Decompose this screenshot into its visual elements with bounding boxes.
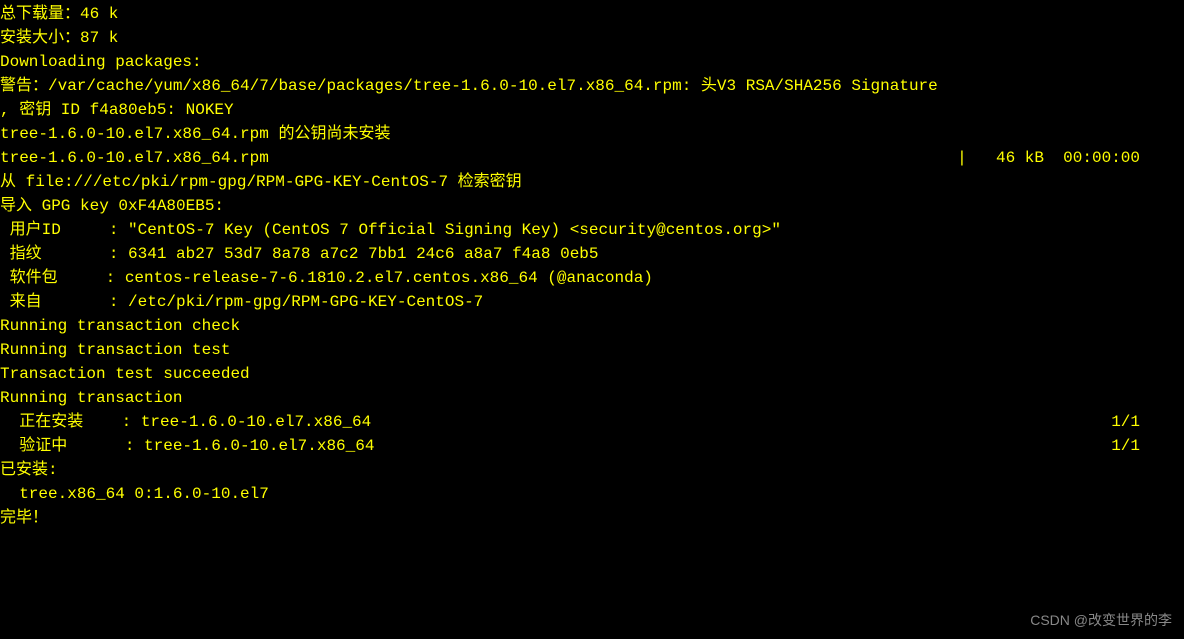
rpm-name: tree-1.6.0-10.el7.x86_64.rpm — [0, 146, 269, 170]
warning-line-1: 警告：/var/cache/yum/x86_64/7/base/packages… — [0, 74, 1184, 98]
install-size-line: 安装大小：87 k — [0, 26, 1184, 50]
warning-line-2: , 密钥 ID f4a80eb5: NOKEY — [0, 98, 1184, 122]
progress-info: 46 kB 00:00:00 — [996, 146, 1140, 170]
verifying-line: 验证中 : tree-1.6.0-10.el7.x86_64 1/1 — [0, 434, 1140, 458]
pubkey-not-installed-line: tree-1.6.0-10.el7.x86_64.rpm 的公钥尚未安装 — [0, 122, 1184, 146]
installing-line: 正在安装 : tree-1.6.0-10.el7.x86_64 1/1 — [0, 410, 1140, 434]
download-progress-line: tree-1.6.0-10.el7.x86_64.rpm | 46 kB 00:… — [0, 146, 1140, 170]
package-line: 软件包 : centos-release-7-6.1810.2.el7.cent… — [0, 266, 1184, 290]
progress-pipe: | — [269, 146, 996, 170]
transaction-test-line: Running transaction test — [0, 338, 1184, 362]
verifying-text: 验证中 : tree-1.6.0-10.el7.x86_64 — [0, 434, 374, 458]
total-download-line: 总下载量：46 k — [0, 2, 1184, 26]
transaction-succeeded-line: Transaction test succeeded — [0, 362, 1184, 386]
installing-count: 1/1 — [1111, 410, 1140, 434]
transaction-check-line: Running transaction check — [0, 314, 1184, 338]
installing-text: 正在安装 : tree-1.6.0-10.el7.x86_64 — [0, 410, 371, 434]
user-id-line: 用户ID : "CentOS-7 Key (CentOS 7 Official … — [0, 218, 1184, 242]
import-gpg-line: 导入 GPG key 0xF4A80EB5: — [0, 194, 1184, 218]
installed-header-line: 已安装: — [0, 458, 1184, 482]
from-line: 来自 : /etc/pki/rpm-gpg/RPM-GPG-KEY-CentOS… — [0, 290, 1184, 314]
fingerprint-line: 指纹 : 6341 ab27 53d7 8a78 a7c2 7bb1 24c6 … — [0, 242, 1184, 266]
verifying-count: 1/1 — [1111, 434, 1140, 458]
running-transaction-line: Running transaction — [0, 386, 1184, 410]
complete-line: 完毕！ — [0, 506, 1184, 530]
downloading-packages-line: Downloading packages: — [0, 50, 1184, 74]
csdn-watermark: CSDN @改变世界的李 — [1030, 610, 1172, 631]
retrieve-key-line: 从 file:///etc/pki/rpm-gpg/RPM-GPG-KEY-Ce… — [0, 170, 1184, 194]
installed-package-line: tree.x86_64 0:1.6.0-10.el7 — [0, 482, 1184, 506]
